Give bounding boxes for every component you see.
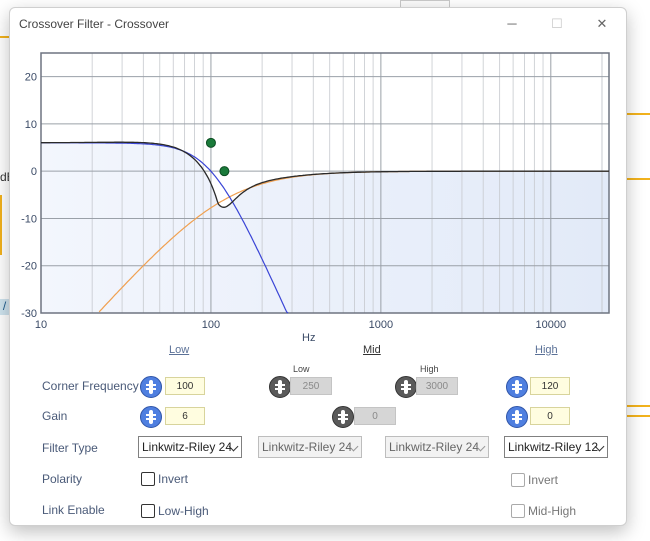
x-axis-labels: 10 100 1000 10000 <box>35 319 566 331</box>
high-filter-type-select[interactable]: Linkwitz-Riley 12 <box>504 436 608 458</box>
high-frequency-knob[interactable] <box>506 376 528 398</box>
background-wire <box>0 36 9 38</box>
band-high-link[interactable]: High <box>535 344 558 356</box>
mid-low-filter-type-select: Linkwitz-Riley 24 <box>258 436 362 458</box>
background-wire <box>626 405 650 407</box>
high-band-handle[interactable] <box>219 166 230 177</box>
link-low-high-checkbox[interactable] <box>141 504 155 518</box>
mid-high-filter-type-value: Linkwitz-Riley 24 <box>389 440 480 454</box>
y-tick-label: 0 <box>31 166 37 178</box>
x-tick-label: 10000 <box>536 319 567 331</box>
invert-high-label: Invert <box>528 473 559 487</box>
invert-low-checkbox[interactable] <box>141 472 155 486</box>
low-band-handle[interactable] <box>205 137 216 148</box>
mid-low-sublabel: Low <box>293 364 310 374</box>
y-tick-label: -10 <box>21 213 37 225</box>
background-wire <box>626 113 650 115</box>
mid-gain-knob <box>332 406 354 428</box>
x-tick-label: 1000 <box>369 319 393 331</box>
link-enable-label: Link Enable <box>42 503 105 517</box>
x-tick-label: 10 <box>35 319 47 331</box>
high-frequency-field[interactable]: 120 <box>530 377 570 395</box>
low-filter-type-value: Linkwitz-Riley 24 <box>142 440 233 454</box>
polarity-label: Polarity <box>42 472 83 486</box>
filter-type-label: Filter Type <box>42 441 98 455</box>
background-wire <box>0 195 2 255</box>
mid-low-frequency-field: 250 <box>290 377 332 395</box>
plot-grid <box>40 52 610 314</box>
mid-high-frequency-knob <box>395 376 417 398</box>
low-filter-type-select[interactable]: Linkwitz-Riley 24 <box>138 436 242 458</box>
high-filter-type-value: Linkwitz-Riley 12 <box>508 440 599 454</box>
band-mid-link[interactable]: Mid <box>363 344 381 356</box>
mid-high-sublabel: High <box>420 364 439 374</box>
link-mid-high-label: Mid-High <box>528 504 577 518</box>
x-axis-unit: Hz <box>302 332 315 344</box>
link-mid-high-checkbox <box>511 504 525 518</box>
mid-gain-field: 0 <box>354 407 396 425</box>
low-gain-field[interactable]: 6 <box>165 407 205 425</box>
mid-high-filter-type-select: Linkwitz-Riley 24 <box>385 436 489 458</box>
background-tag: / <box>0 299 9 315</box>
y-tick-label: 20 <box>25 72 37 84</box>
high-gain-field[interactable]: 0 <box>530 407 570 425</box>
mid-low-filter-type-value: Linkwitz-Riley 24 <box>262 440 353 454</box>
corner-frequency-label: Corner Frequency <box>42 379 139 393</box>
gain-label: Gain <box>42 409 68 423</box>
background-wire <box>626 178 650 180</box>
mid-low-frequency-knob <box>269 376 291 398</box>
invert-low-label: Invert <box>158 472 189 486</box>
invert-high-checkbox <box>511 473 525 487</box>
y-axis-labels: 20100-10-20-30 <box>21 72 37 320</box>
y-tick-label: 10 <box>25 119 37 131</box>
link-low-high-label: Low-High <box>158 504 209 518</box>
low-gain-knob[interactable] <box>140 406 162 428</box>
x-tick-label: 100 <box>202 319 220 331</box>
frequency-response-plot[interactable]: 20100-10-20-30 10 100 1000 10000 Hz <box>10 8 626 353</box>
band-low-link[interactable]: Low <box>169 344 189 356</box>
crossover-filter-dialog: Crossover Filter - Crossover ─ ☐ ✕ 20 10 0… <box>9 7 627 526</box>
low-frequency-field[interactable]: 100 <box>165 377 205 395</box>
y-tick-label: -20 <box>21 261 37 273</box>
mid-high-frequency-field: 3000 <box>416 377 458 395</box>
low-frequency-knob[interactable] <box>140 376 162 398</box>
background-wire <box>626 415 650 417</box>
high-gain-knob[interactable] <box>506 406 528 428</box>
